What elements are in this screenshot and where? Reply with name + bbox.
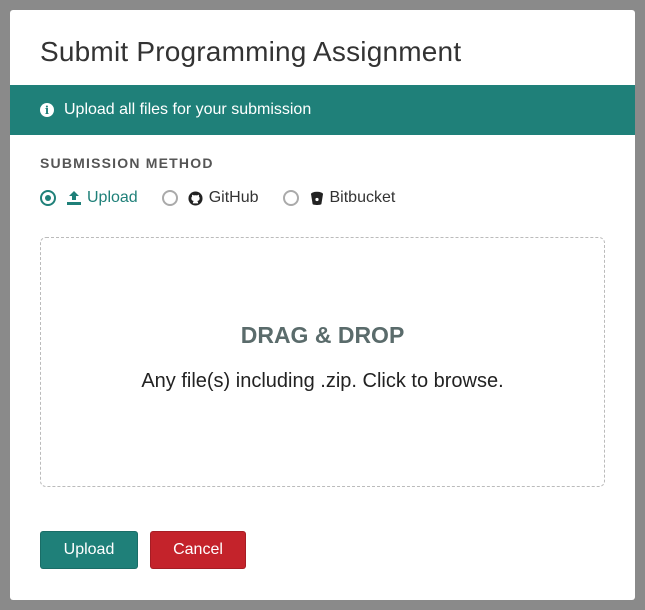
bitbucket-icon — [309, 190, 325, 206]
radio-bitbucket[interactable] — [282, 190, 299, 206]
github-icon — [188, 190, 204, 206]
dropzone-subtitle: Any file(s) including .zip. Click to bro… — [141, 370, 504, 392]
radio-github[interactable] — [161, 190, 178, 206]
info-icon: i — [40, 103, 54, 117]
radio-option-upload[interactable]: Upload — [40, 189, 138, 207]
submission-method-label: SUBMISSION METHOD — [40, 155, 214, 171]
radio-bitbucket-label: Bitbucket — [329, 189, 396, 206]
radio-option-github[interactable]: GitHub — [161, 189, 259, 207]
modal-title: Submit Programming Assignment — [40, 36, 462, 67]
radio-github-label: GitHub — [208, 189, 259, 206]
submit-assignment-modal: Submit Programming Assignment i Upload a… — [10, 10, 635, 600]
radio-upload-label: Upload — [87, 189, 138, 206]
upload-button[interactable]: Upload — [40, 531, 138, 569]
radio-upload[interactable] — [40, 190, 56, 206]
file-dropzone[interactable]: DRAG & DROP Any file(s) including .zip. … — [40, 237, 605, 487]
upload-icon — [66, 190, 82, 206]
info-banner-text: Upload all files for your submission — [64, 101, 312, 118]
cancel-button[interactable]: Cancel — [150, 531, 246, 569]
radio-option-bitbucket[interactable]: Bitbucket — [282, 189, 396, 207]
info-banner: i Upload all files for your submission — [10, 85, 635, 135]
dropzone-title: DRAG & DROP — [240, 322, 405, 348]
submission-method-options: Upload GitHub Bitbucket — [40, 187, 419, 209]
